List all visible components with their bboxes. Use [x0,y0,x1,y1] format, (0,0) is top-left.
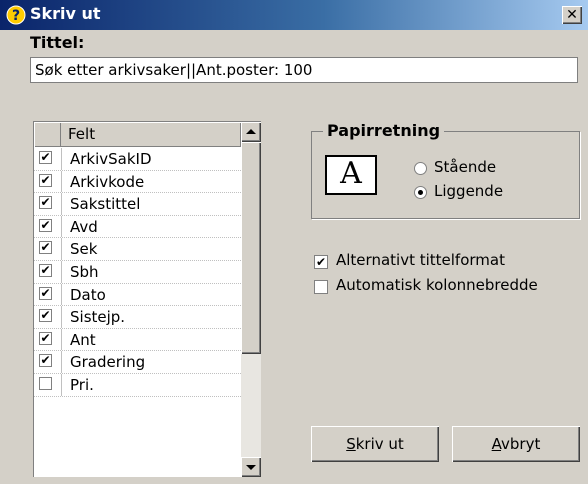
field-label: Dato [70,285,106,304]
field-list[interactable]: Felt ✔ ArkivSakID ✔ Arkivkode ✔ Sakstittel ✔ Av… [33,121,261,477]
radio-landscape-indicator[interactable] [414,186,427,199]
scroll-thumb[interactable] [241,142,261,354]
print-dialog: ? Skriv ut ✕ Tittel: Felt ✔ ArkivSakID ✔ Ar… [0,0,588,484]
arrow-down-icon [246,465,256,470]
field-label: Sek [70,240,98,259]
paper-landscape-icon: A [325,155,377,195]
column-divider [61,373,62,396]
list-item[interactable]: ✔ Sek [34,238,241,261]
column-divider [61,328,62,351]
auto-width-checkbox[interactable] [314,280,328,294]
field-checkbox[interactable]: ✔ [39,263,52,277]
list-item[interactable]: ✔ ArkivSakID [34,148,241,171]
field-checkbox[interactable]: ✔ [39,354,52,368]
field-list-header: Felt [34,122,241,147]
list-scrollbar[interactable] [241,122,261,477]
header-check-column[interactable] [34,122,61,147]
column-divider [61,193,62,215]
cancel-button-mnemonic: A [491,435,502,453]
column-divider [61,215,62,238]
column-divider [61,238,62,260]
column-divider [61,148,62,170]
title-bar[interactable]: ? Skriv ut ✕ [0,0,588,30]
cancel-button-label: vbryt [501,435,541,453]
alt-title-checkbox[interactable]: ✔ [314,255,328,269]
field-label: Arkivkode [70,172,145,191]
title-label: Tittel: [30,33,85,52]
field-checkbox[interactable]: ✔ [39,196,52,210]
print-button-label: kriv ut [355,435,404,453]
close-icon: ✕ [566,7,578,23]
column-divider [61,283,62,306]
title-input[interactable] [30,57,578,83]
field-checkbox[interactable]: ✔ [39,286,52,300]
auto-width-label: Automatisk kolonnebredde [336,276,538,294]
column-divider [61,351,62,373]
scroll-up-button[interactable] [241,122,261,142]
radio-landscape-label: Liggende [434,182,504,200]
list-item[interactable]: ✔ Arkivkode [34,170,241,194]
help-question-icon: ? [6,5,26,25]
radio-portrait-indicator[interactable] [414,162,427,175]
list-item[interactable]: ✔ Ant [34,328,241,352]
print-button[interactable]: Skriv ut [311,426,439,462]
list-item[interactable]: ✔ Sistejp. [34,306,241,329]
field-label: Sistejp. [70,308,126,327]
scroll-down-button[interactable] [241,457,261,477]
arrow-up-icon [246,129,256,134]
field-label: Avd [70,217,98,236]
field-checkbox[interactable]: ✔ [39,151,52,164]
header-felt-label: Felt [68,125,96,143]
column-divider [61,170,62,193]
list-item[interactable]: Pri. [34,373,241,397]
column-divider [61,306,62,328]
list-item[interactable]: ✔ Avd [34,215,241,239]
close-button[interactable]: ✕ [562,6,582,24]
field-label: ArkivSakID [70,150,152,168]
field-rows: ✔ ArkivSakID ✔ Arkivkode ✔ Sakstittel ✔ Avd ✔ Sek… [34,148,241,397]
alt-title-label: Alternativt tittelformat [336,251,505,269]
list-item[interactable]: ✔ Sbh [34,260,241,284]
field-label: Sbh [70,262,99,281]
field-checkbox[interactable]: ✔ [39,218,52,232]
field-label: Sakstittel [70,195,141,214]
field-label: Gradering [70,353,146,372]
list-item[interactable]: ✔ Sakstittel [34,193,241,216]
field-checkbox[interactable] [39,376,52,390]
field-checkbox[interactable]: ✔ [39,331,52,345]
field-checkbox[interactable]: ✔ [39,241,52,255]
print-button-mnemonic: S [346,435,356,453]
svg-text:?: ? [12,8,20,24]
field-label: Pri. [70,375,94,394]
list-item[interactable]: ✔ Dato [34,283,241,307]
field-checkbox[interactable]: ✔ [39,173,52,187]
column-divider [61,260,62,283]
radio-portrait-label: Stående [434,158,497,176]
list-item[interactable]: ✔ Gradering [34,351,241,374]
field-label: Ant [70,330,96,349]
cancel-button[interactable]: Avbryt [452,426,580,462]
field-checkbox[interactable]: ✔ [39,309,52,323]
window-title: Skriv ut [30,4,101,23]
paper-orientation-legend: Papirretning [323,121,445,140]
